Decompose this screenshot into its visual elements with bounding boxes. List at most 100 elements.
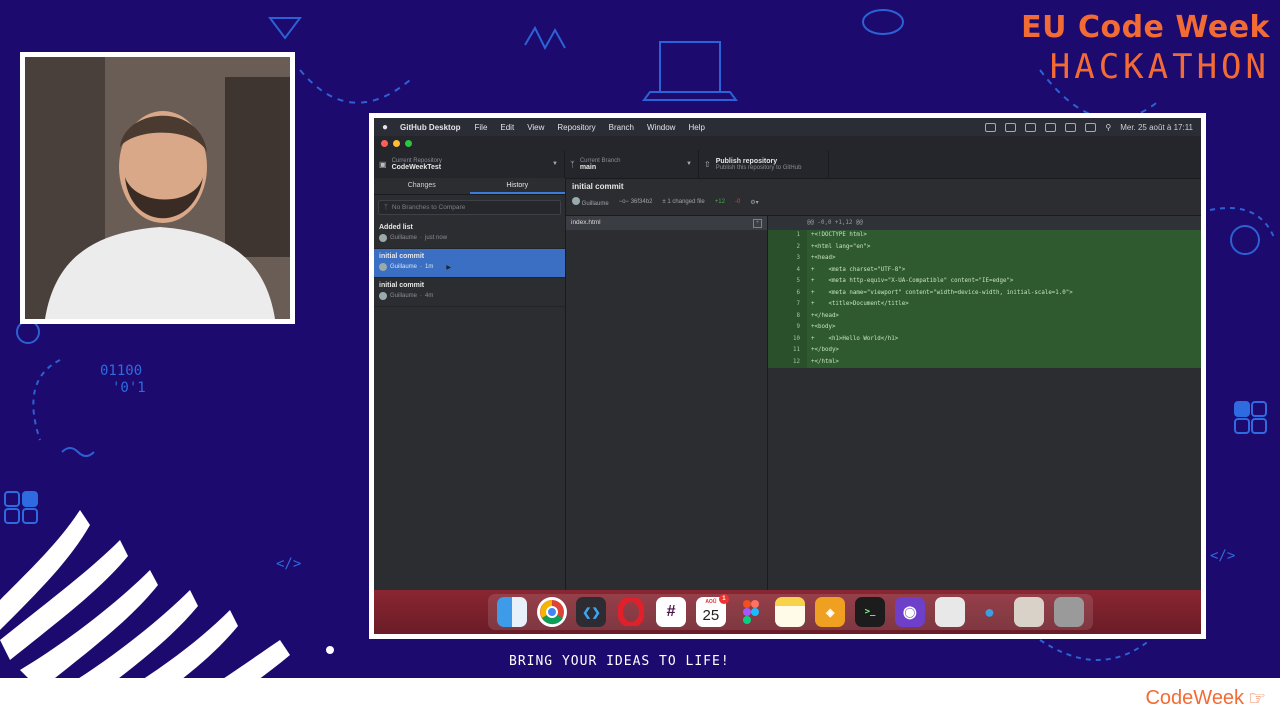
menubar-status: ⚲ Mer. 25 août à 17:11 [985, 122, 1193, 132]
avatar [379, 263, 387, 271]
file-icon[interactable] [934, 597, 965, 627]
line-number: 3 [768, 253, 807, 265]
menu-help[interactable]: Help [688, 123, 704, 132]
codeweek-logo-text: CodeWeek [1145, 687, 1245, 709]
branch-value: main [579, 163, 597, 171]
publish-repository-button[interactable]: ⇧ Publish repository Publish this reposi… [699, 150, 829, 178]
clock-datetime[interactable]: Mer. 25 août à 17:11 [1120, 123, 1193, 132]
chrome-icon[interactable] [536, 597, 567, 627]
separator: · [420, 235, 423, 241]
menu-window[interactable]: Window [647, 123, 675, 132]
repo-label: Current Repository [391, 157, 442, 164]
webex-icon[interactable]: ● [974, 597, 1004, 627]
menu-view[interactable]: View [527, 123, 544, 132]
current-branch-dropdown[interactable]: ᛉ Current Branch main ▼ [565, 150, 699, 178]
chrome-logo [539, 600, 564, 625]
diff-view: @@ -0,0 +1,12 @@ 1 +<!DOCTYPE html> 2 +<ht… [768, 216, 1201, 634]
commit-meta: Guillaume · 1m ▶ [379, 263, 560, 271]
trash-icon[interactable] [1054, 597, 1085, 627]
app-toolbar: ▣ Current Repository CodeWeekTest ▼ ᛉ Cu… [374, 150, 1201, 179]
codeweek-logo: CodeWeek ☞ [1145, 686, 1266, 711]
menu-file[interactable]: File [475, 123, 488, 132]
line-number: 9 [768, 322, 807, 334]
tableplus-icon[interactable]: ◈ [815, 597, 846, 627]
status-icon[interactable] [985, 122, 997, 132]
menu-branch[interactable]: Branch [609, 123, 634, 132]
gear-icon[interactable]: ⚙▾ [750, 199, 758, 206]
line-number: 10 [768, 333, 807, 345]
commit-list-item-selected[interactable]: initial commit Guillaume · 1m ▶ [374, 249, 565, 278]
menu-app-name[interactable]: GitHub Desktop [400, 123, 460, 132]
diff-line: 1 +<!DOCTYPE html> [768, 230, 1201, 242]
commit-title: initial commit [379, 282, 425, 289]
vscode-icon[interactable]: ❮❯ [576, 597, 607, 627]
branch-compare-input[interactable]: ᛉ No Branches to Compare [378, 200, 561, 215]
calendar-month: AOÛ [705, 599, 717, 605]
branch-icon: ᛉ [384, 204, 388, 211]
minimize-window-button[interactable] [393, 139, 400, 147]
upload-icon: ⇧ [704, 159, 711, 169]
diff-line: 6 + <meta name="viewport" content="width=… [768, 287, 1201, 299]
figma-icon[interactable] [736, 597, 766, 627]
publish-title: Publish repository [715, 157, 778, 165]
diff-line-code: + <meta name="viewport" content="width=d… [811, 289, 1073, 296]
commit-sha-group[interactable]: −o− 36f34b2 [619, 199, 653, 205]
github-icon[interactable]: ◉ [894, 597, 925, 627]
diff-line: 5 + <meta http-equiv="X-UA-Compatible" co… [768, 276, 1201, 288]
line-number: 12 [768, 356, 807, 368]
search-icon[interactable]: ⚲ [1105, 123, 1111, 132]
diff-line-code: +<html lang="en"> [811, 243, 871, 250]
finder-icon[interactable] [496, 597, 527, 627]
mac-dock: ❮❯ # AOÛ 25 1 ◈ >_ ◉ ● [488, 594, 1093, 630]
line-number: 6 [768, 287, 807, 299]
diff-line: 12 +</html> [768, 356, 1201, 368]
commit-list-item[interactable]: Added list Guillaume · just now [374, 220, 565, 249]
diff-icon: ± [662, 199, 666, 205]
notification-badge: 1 [718, 594, 729, 604]
commit-time: 1m [425, 264, 434, 270]
tab-history[interactable]: History [469, 178, 565, 194]
changed-files-count: 1 changed file [667, 199, 705, 205]
diff-line: 2 +<html lang="en"> [768, 241, 1201, 253]
avatar [379, 234, 387, 242]
screen-share: ● GitHub Desktop File Edit View Reposito… [369, 113, 1206, 639]
close-window-button[interactable] [381, 139, 388, 147]
status-icon[interactable] [1025, 122, 1037, 132]
line-number: 2 [768, 241, 807, 253]
status-icon[interactable] [1045, 122, 1057, 132]
status-icon[interactable] [1005, 122, 1017, 132]
commit-title: Added list [379, 224, 413, 231]
tab-changes[interactable]: Changes [374, 178, 470, 194]
maximize-window-button[interactable] [405, 139, 412, 147]
current-repository-dropdown[interactable]: ▣ Current Repository CodeWeekTest ▼ [374, 150, 565, 178]
changed-file-item[interactable]: index.html + [566, 216, 767, 230]
diff-line: 3 +<head> [768, 253, 1201, 265]
commit-list-item[interactable]: initial commit Guillaume · 4m [374, 278, 565, 307]
apple-icon[interactable]: ● [382, 122, 388, 133]
commit-meta: Guillaume · 4m [379, 292, 560, 300]
file-name: index.html [571, 219, 601, 226]
opera-logo [618, 598, 645, 626]
diff-line-code: +</head> [811, 312, 839, 319]
slack-icon[interactable]: # [656, 597, 687, 627]
diff-line-code: + <h1>Hello World</h1> [811, 335, 899, 342]
chevron-down-icon: ▼ [552, 161, 558, 167]
menu-edit[interactable]: Edit [500, 123, 514, 132]
wifi-icon[interactable] [1085, 122, 1097, 132]
commit-header: initial commit Guillaume −o− 36f34b2 ± 1… [566, 178, 1201, 216]
notes-icon[interactable] [775, 597, 806, 627]
commit-sha: 36f34b2 [630, 199, 653, 205]
commit-author: Guillaume [390, 293, 418, 299]
line-number: 4 [768, 264, 807, 276]
changed-files-list: index.html + [566, 216, 768, 634]
opera-icon[interactable] [616, 597, 646, 627]
calendar-icon[interactable]: AOÛ 25 1 [695, 594, 729, 627]
avatar [572, 197, 580, 205]
terminal-icon[interactable]: >_ [855, 597, 886, 627]
line-number: 7 [768, 299, 807, 311]
commit-detail-pane: initial commit Guillaume −o− 36f34b2 ± 1… [566, 178, 1201, 634]
menu-repository[interactable]: Repository [557, 123, 595, 132]
archive-icon[interactable] [1014, 597, 1045, 627]
battery-icon[interactable] [1065, 122, 1077, 132]
branch-icon: ᛉ [570, 159, 575, 169]
